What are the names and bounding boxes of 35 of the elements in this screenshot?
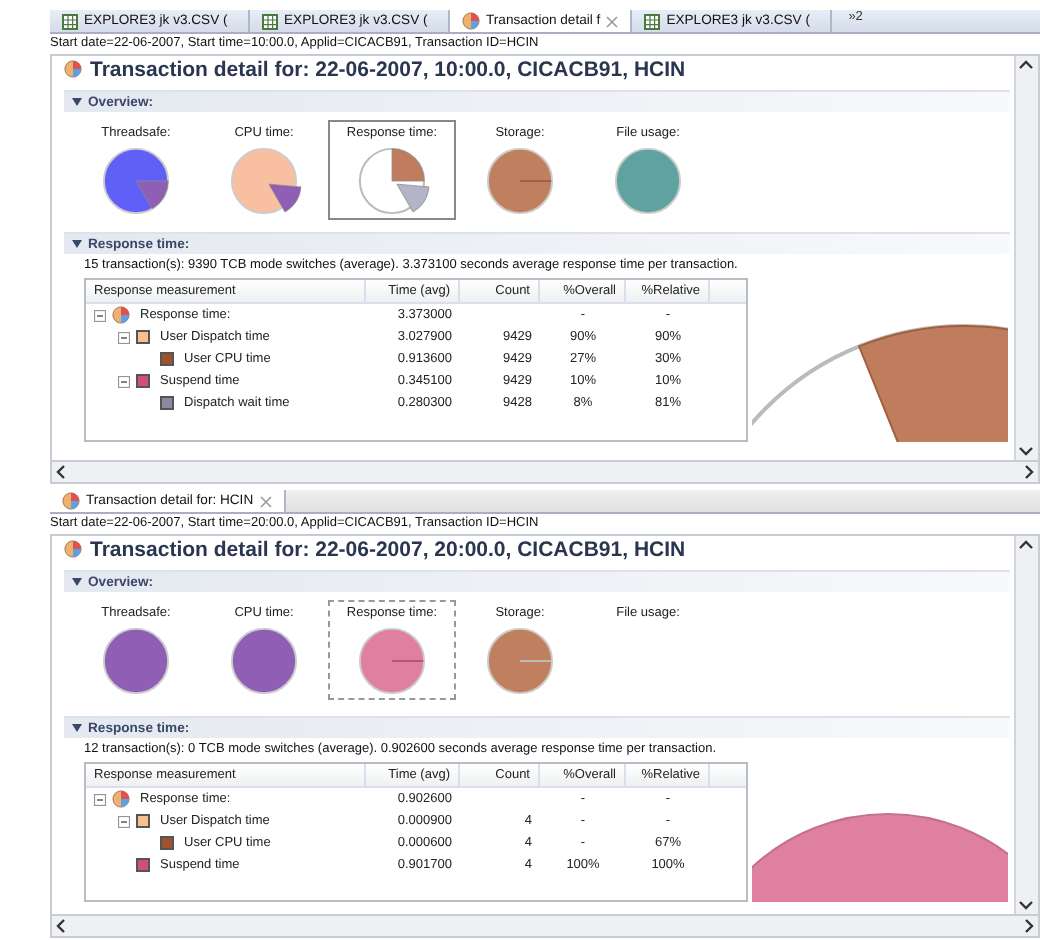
pie-chart-icon: [354, 624, 430, 698]
pie-chart-icon: [112, 306, 130, 324]
close-icon[interactable]: [606, 15, 619, 27]
collapse-icon[interactable]: [118, 815, 130, 827]
pie-chart-icon: [98, 624, 174, 698]
pie-chart-icon: [610, 144, 686, 218]
table-icon: [644, 13, 661, 29]
pie-chart-icon: [112, 790, 130, 808]
table-icon: [62, 13, 78, 29]
pie-chart-icon: [482, 144, 558, 218]
collapse-icon[interactable]: [118, 375, 130, 387]
table-icon: [262, 13, 278, 29]
vertical-scrollbar[interactable]: [1014, 56, 1038, 460]
horizontal-scrollbar[interactable]: [50, 914, 1040, 938]
pie-chart-icon: [482, 624, 558, 698]
expand-triangle-icon[interactable]: [72, 98, 82, 106]
pie-chart-icon: [64, 60, 82, 78]
collapse-icon[interactable]: [118, 331, 130, 343]
collapse-icon[interactable]: [94, 793, 106, 805]
expand-triangle-icon[interactable]: [72, 724, 82, 732]
page-title: Transaction detail for: 22-06-2007, 20:00.0, CICACB91, HCIN: [90, 537, 686, 561]
expand-triangle-icon[interactable]: [72, 578, 82, 586]
close-icon[interactable]: [259, 495, 272, 507]
pie-chart-icon: [64, 540, 82, 558]
page-title: Transaction detail for: 22-06-2007, 10:00.0, CICACB91, HCIN: [90, 57, 686, 81]
collapse-icon[interactable]: [94, 309, 106, 321]
vertical-scrollbar[interactable]: [1014, 536, 1038, 914]
pie-chart-icon: [98, 144, 174, 218]
pie-chart-icon: [226, 144, 302, 218]
pie-chart-icon: [226, 624, 302, 698]
pie-chart-icon: [62, 492, 80, 510]
pie-chart-icon: [354, 144, 430, 218]
horizontal-scrollbar[interactable]: [50, 460, 1040, 484]
pie-chart-icon: [462, 12, 480, 30]
expand-triangle-icon[interactable]: [72, 240, 82, 248]
